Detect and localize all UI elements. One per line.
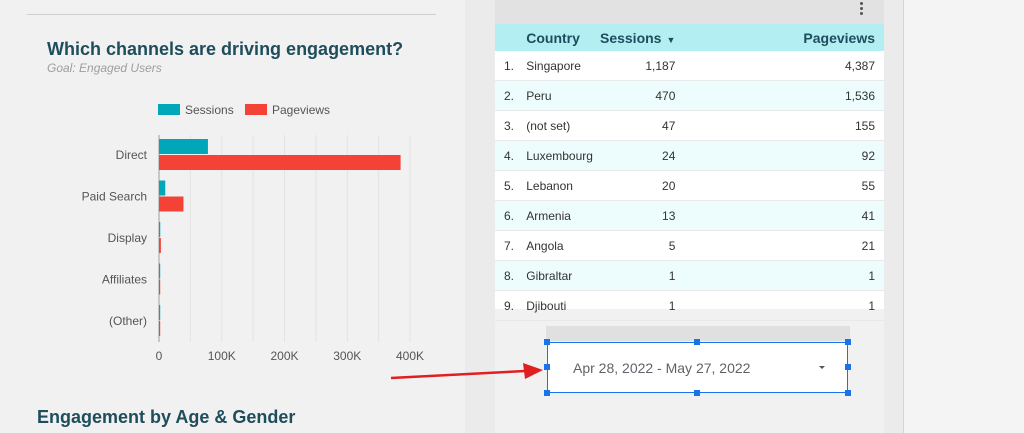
pageviews-bar — [159, 238, 161, 253]
resize-handle-top-left[interactable] — [544, 339, 550, 345]
pageviews-cell: 21 — [803, 230, 884, 261]
table-row[interactable]: 4. Luxembourg 24 92 — [495, 140, 884, 171]
sessions-cell: 5 — [599, 230, 804, 261]
pageviews-cell: 1 — [803, 260, 884, 291]
category-label: Direct — [116, 148, 148, 162]
table-row[interactable]: 2. Peru 470 1,536 — [495, 80, 884, 111]
pageviews-column-header[interactable]: Pageviews — [803, 24, 884, 51]
pageviews-bar — [159, 155, 401, 170]
section-title: Engagement by Age & Gender — [37, 407, 296, 427]
pageviews-bar — [159, 196, 184, 212]
sessions-bar — [159, 222, 161, 237]
country-cell: (not set) — [518, 110, 600, 141]
category-label: Display — [108, 231, 147, 245]
x-tick-label: 200K — [270, 349, 298, 363]
country-cell: Lebanon — [518, 170, 600, 201]
legend-label: Pageviews — [272, 103, 330, 117]
more-vert-icon[interactable] — [857, 0, 865, 18]
country-cell: Peru — [518, 80, 600, 111]
table-row[interactable]: 1. Singapore 1,187 4,387 — [495, 51, 884, 81]
category-label: Paid Search — [82, 190, 147, 204]
resize-handle-top-right[interactable] — [845, 339, 851, 345]
sessions-bar — [159, 180, 166, 196]
pageviews-cell: 55 — [803, 170, 884, 201]
date-range-control[interactable]: Apr 28, 2022 - May 27, 2022 — [547, 342, 848, 393]
country-cell: Gibraltar — [518, 260, 600, 291]
resize-handle-bottom-right[interactable] — [845, 390, 851, 396]
row-index: 6. — [495, 200, 519, 231]
country-cell: Armenia — [518, 200, 600, 231]
row-index: 2. — [495, 80, 519, 111]
x-tick-label: 100K — [208, 349, 236, 363]
pageviews-cell: 4,387 — [803, 51, 884, 81]
category-label: (Other) — [109, 314, 147, 328]
annotation-arrow — [390, 363, 543, 380]
sessions-cell: 1 — [599, 260, 804, 291]
sessions-bar — [159, 263, 161, 279]
row-index: 3. — [495, 110, 519, 141]
sessions-cell: 1 — [599, 290, 804, 321]
sessions-bar — [159, 305, 161, 320]
legend-label: Sessions — [185, 103, 234, 117]
row-index: 9. — [495, 290, 519, 321]
x-tick-label: 300K — [333, 349, 361, 363]
row-index: 4. — [495, 140, 519, 171]
country-table: Country Sessions ▼ Pageviews 1. Singapore… — [495, 24, 884, 321]
table-card-header — [495, 0, 884, 24]
row-index: 5. — [495, 170, 519, 201]
sessions-bar — [159, 139, 208, 154]
dropdown-arrow-icon[interactable] — [819, 366, 825, 369]
resize-handle-middle-right[interactable] — [845, 364, 851, 370]
sessions-cell: 20 — [599, 170, 804, 201]
table-header-row: Country Sessions ▼ Pageviews — [495, 24, 884, 51]
row-index: 8. — [495, 260, 519, 291]
country-cell: Djibouti — [518, 290, 600, 321]
sessions-cell: 24 — [599, 140, 804, 171]
sessions-cell: 47 — [599, 110, 804, 141]
pageviews-cell: 41 — [803, 200, 884, 231]
table-row[interactable]: 9. Djibouti 1 1 — [495, 290, 884, 321]
date-range-value: Apr 28, 2022 - May 27, 2022 — [573, 360, 751, 376]
pageviews-bar — [159, 321, 161, 336]
country-cell: Angola — [518, 230, 600, 261]
table-row[interactable]: 3. (not set) 47 155 — [495, 110, 884, 141]
table-row[interactable]: 8. Gibraltar 1 1 — [495, 260, 884, 291]
country-cell: Singapore — [518, 51, 600, 81]
pageviews-cell: 155 — [803, 110, 884, 141]
legend-swatch — [245, 104, 267, 115]
pageviews-bar — [159, 279, 161, 295]
index-header — [495, 24, 519, 51]
right-side-panel — [903, 0, 1024, 433]
sort-desc-icon: ▼ — [666, 34, 676, 45]
pageviews-cell: 1,536 — [803, 80, 884, 111]
row-index: 7. — [495, 230, 519, 261]
sessions-column-header[interactable]: Sessions ▼ — [599, 24, 804, 51]
sessions-cell: 470 — [599, 80, 804, 111]
table-row[interactable]: 7. Angola 5 21 — [495, 230, 884, 261]
sessions-cell: 13 — [599, 200, 804, 231]
resize-handle-bottom-center[interactable] — [694, 390, 700, 396]
country-column-header[interactable]: Country — [518, 24, 600, 51]
category-label: Affiliates — [102, 273, 147, 287]
table-row[interactable]: 6. Armenia 13 41 — [495, 200, 884, 231]
legend-swatch — [158, 104, 180, 115]
pageviews-cell: 1 — [803, 290, 884, 321]
row-index: 1. — [495, 51, 519, 81]
table-row[interactable]: 5. Lebanon 20 55 — [495, 170, 884, 201]
resize-handle-bottom-left[interactable] — [544, 390, 550, 396]
country-cell: Luxembourg — [518, 140, 600, 171]
sessions-cell: 1,187 — [599, 51, 804, 81]
x-tick-label: 0 — [156, 349, 163, 363]
pageviews-cell: 92 — [803, 140, 884, 171]
resize-handle-top-center[interactable] — [694, 339, 700, 345]
